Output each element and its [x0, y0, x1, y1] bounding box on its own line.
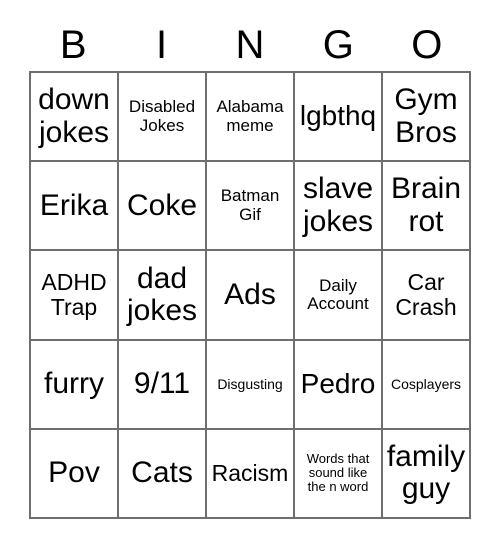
bingo-cell-label: Gym Bros [394, 83, 458, 149]
bingo-cell-label: ADHD Trap [41, 269, 107, 320]
bingo-cell-label: Cats [131, 456, 193, 490]
bingo-cell[interactable]: Racism [207, 429, 295, 519]
bingo-grid: down jokes Disabled Jokes Alabama meme l… [29, 71, 471, 519]
bingo-cell[interactable]: Coke [119, 162, 207, 252]
bingo-cell-label: Racism [211, 459, 289, 486]
bingo-cell-label: Pedro [300, 368, 376, 400]
bingo-cell-label: Erika [39, 188, 109, 222]
bingo-cell-label: Words that sound like the n word [306, 451, 370, 495]
bingo-cell[interactable]: Gym Bros [383, 73, 471, 163]
bingo-header-letter-g: G [322, 22, 354, 67]
bingo-cell-label: Pov [48, 456, 100, 490]
bingo-cell[interactable]: Cosplayers [383, 340, 471, 430]
bingo-cell[interactable]: Words that sound like the n word [295, 429, 383, 519]
bingo-header-letter-b: B [59, 22, 87, 67]
bingo-cell-label: Batman Gif [220, 186, 280, 224]
bingo-header-row: B I N G O [29, 18, 471, 71]
bingo-cell-label: Cosplayers [390, 375, 462, 392]
bingo-cell[interactable]: ADHD Trap [31, 251, 119, 341]
bingo-cell-label: Ads [224, 277, 276, 311]
bingo-header-letter-o: O [411, 22, 443, 67]
bingo-cell[interactable]: slave jokes [295, 162, 383, 252]
bingo-cell[interactable]: Erika [31, 162, 119, 252]
bingo-cell-label: down jokes [38, 83, 110, 149]
bingo-cell[interactable]: dad jokes [119, 251, 207, 341]
bingo-cell-label: furry [44, 367, 104, 400]
bingo-cell[interactable]: Cats [119, 429, 207, 519]
bingo-header-letter-n: N [235, 22, 265, 67]
bingo-cell-label: Disabled Jokes [128, 97, 196, 135]
bingo-cell[interactable]: Pedro [295, 340, 383, 430]
bingo-cell-label: Coke [126, 188, 198, 222]
bingo-cell-label: Car Crash [395, 269, 457, 320]
bingo-cell[interactable]: down jokes [31, 73, 119, 163]
bingo-cell-label: Alabama meme [216, 97, 284, 135]
bingo-header-letter-i: I [156, 22, 168, 67]
bingo-cell[interactable]: family guy [383, 429, 471, 519]
bingo-cell[interactable]: Alabama meme [207, 73, 295, 163]
bingo-cell[interactable]: Brain rot [383, 162, 471, 252]
bingo-cell-label: Daily Account [307, 275, 369, 313]
bingo-card: B I N G O down jokes Disabled Jokes Alab… [29, 18, 471, 519]
bingo-cell-label: Brain rot [390, 172, 462, 238]
bingo-cell[interactable]: Daily Account [295, 251, 383, 341]
bingo-cell-label: slave jokes [302, 172, 374, 238]
bingo-cell[interactable]: Ads [207, 251, 295, 341]
bingo-cell[interactable]: Batman Gif [207, 162, 295, 252]
bingo-cell-label: dad jokes [126, 261, 198, 327]
bingo-cell-label: lgbthq [299, 100, 377, 132]
bingo-cell[interactable]: Disgusting [207, 340, 295, 430]
bingo-cell[interactable]: Pov [31, 429, 119, 519]
bingo-cell[interactable]: Disabled Jokes [119, 73, 207, 163]
bingo-cell-label: family guy [386, 440, 466, 506]
bingo-cell-label: 9/11 [133, 367, 191, 400]
bingo-cell[interactable]: 9/11 [119, 340, 207, 430]
bingo-cell[interactable]: lgbthq [295, 73, 383, 163]
bingo-cell[interactable]: furry [31, 340, 119, 430]
bingo-cell[interactable]: Car Crash [383, 251, 471, 341]
bingo-cell-label: Disgusting [217, 375, 283, 392]
